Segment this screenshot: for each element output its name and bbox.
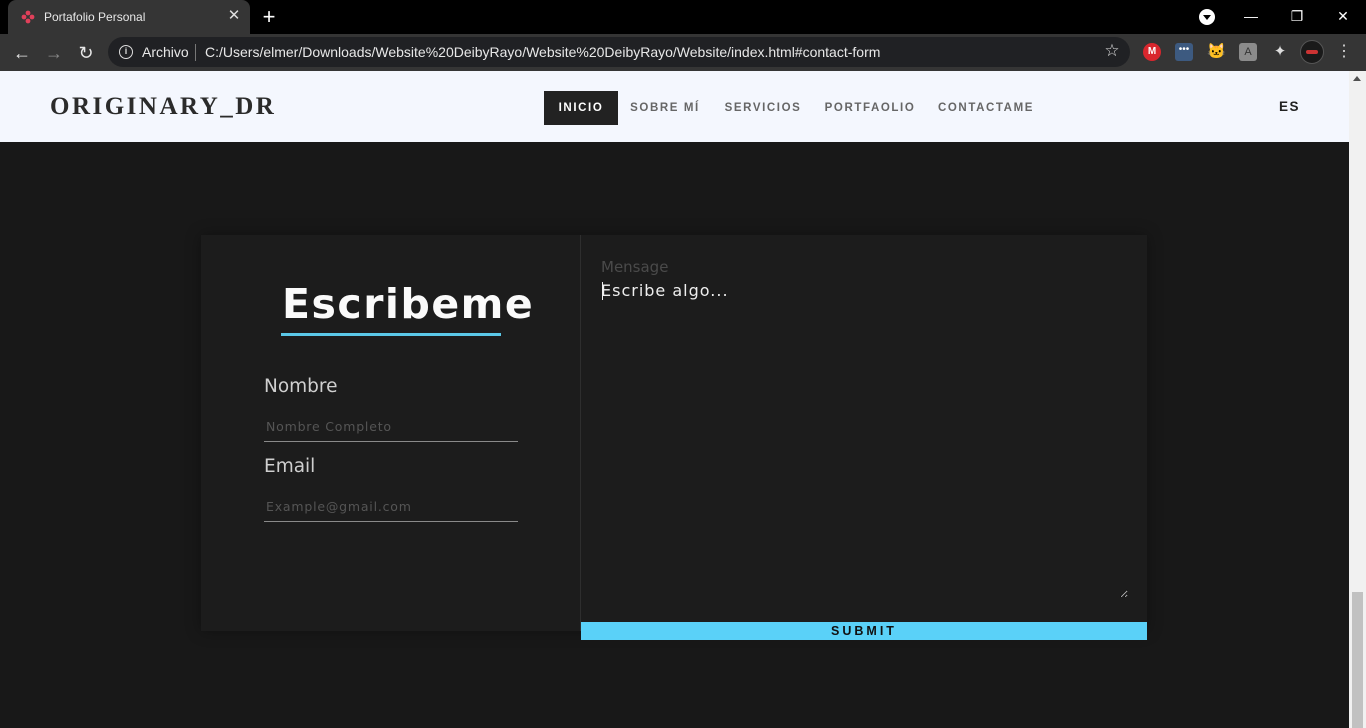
name-field[interactable] [264, 412, 518, 442]
email-field[interactable] [264, 492, 518, 522]
extensions-puzzle-icon[interactable]: ✦ [1271, 43, 1289, 61]
cat-extension-icon[interactable]: 🐱 [1207, 43, 1226, 61]
message-label: Mensage [601, 258, 669, 276]
info-icon[interactable]: i [119, 45, 133, 59]
dots-extension-icon[interactable]: ••• [1175, 43, 1193, 61]
site-chip[interactable]: Archivo [142, 44, 189, 60]
submit-button[interactable]: SUBMIT [581, 622, 1147, 640]
text-caret [602, 282, 603, 300]
title-underline [281, 333, 501, 336]
browser-tab-bar: Portafolio Personal ✕ + — ❐ ✕ [0, 0, 1366, 34]
tab-search-icon[interactable] [1199, 9, 1215, 25]
reload-button[interactable]: ↻ [74, 41, 98, 65]
profile-avatar[interactable] [1300, 40, 1324, 64]
url-text[interactable]: C:/Users/elmer/Downloads/Website%20Deiby… [205, 44, 880, 60]
minimize-button[interactable]: — [1239, 5, 1263, 27]
site-header: ORIGINARY_DR INICIO SOBRE MÍ SERVICIOS P… [0, 71, 1349, 142]
scroll-up-arrow-icon[interactable] [1353, 76, 1361, 81]
restore-button[interactable]: ❐ [1285, 5, 1309, 27]
divider [195, 44, 196, 61]
forward-button[interactable]: → [42, 41, 66, 65]
nav-item-servicios[interactable]: SERVICIOS [720, 91, 806, 125]
card-divider [580, 235, 581, 631]
site-logo[interactable]: ORIGINARY_DR [50, 93, 276, 121]
browser-menu-icon[interactable]: ⋮ [1336, 41, 1352, 65]
bookmark-star-icon[interactable]: ☆ [1102, 41, 1122, 61]
contact-form-card: Escribeme Nombre Email Mensage [201, 235, 1147, 631]
nav-item-portfaolio[interactable]: PORTFAOLIO [820, 91, 920, 125]
language-selector[interactable]: ES [1279, 99, 1300, 114]
mega-extension-icon[interactable]: M [1143, 43, 1161, 61]
browser-toolbar: ← → ↻ i Archivo C:/Users/elmer/Downloads… [0, 34, 1366, 71]
back-button[interactable]: ← [10, 41, 34, 65]
new-tab-button[interactable]: + [259, 6, 279, 28]
page-scrollbar[interactable] [1349, 71, 1366, 728]
scroll-thumb[interactable] [1352, 592, 1363, 728]
form-title: Escribeme [282, 280, 535, 328]
close-window-button[interactable]: ✕ [1331, 5, 1355, 27]
message-textarea[interactable] [601, 279, 1128, 598]
contact-form-left-panel: Escribeme Nombre Email [201, 235, 580, 631]
name-label: Nombre [264, 376, 338, 397]
pdf-extension-icon[interactable]: A [1239, 43, 1257, 61]
nav-item-contactame[interactable]: CONTACTAME [934, 91, 1038, 125]
tab-favicon-icon [21, 10, 35, 24]
email-label: Email [264, 456, 316, 477]
address-bar[interactable]: i Archivo C:/Users/elmer/Downloads/Websi… [108, 37, 1130, 67]
tab-close-icon[interactable]: ✕ [226, 8, 242, 24]
nav-item-sobre-mi[interactable]: SOBRE MÍ [624, 91, 706, 125]
browser-tab[interactable]: Portafolio Personal ✕ [8, 0, 250, 34]
page-viewport: ORIGINARY_DR INICIO SOBRE MÍ SERVICIOS P… [0, 71, 1349, 728]
tab-title: Portafolio Personal [44, 10, 146, 24]
nav-item-inicio[interactable]: INICIO [544, 91, 618, 125]
